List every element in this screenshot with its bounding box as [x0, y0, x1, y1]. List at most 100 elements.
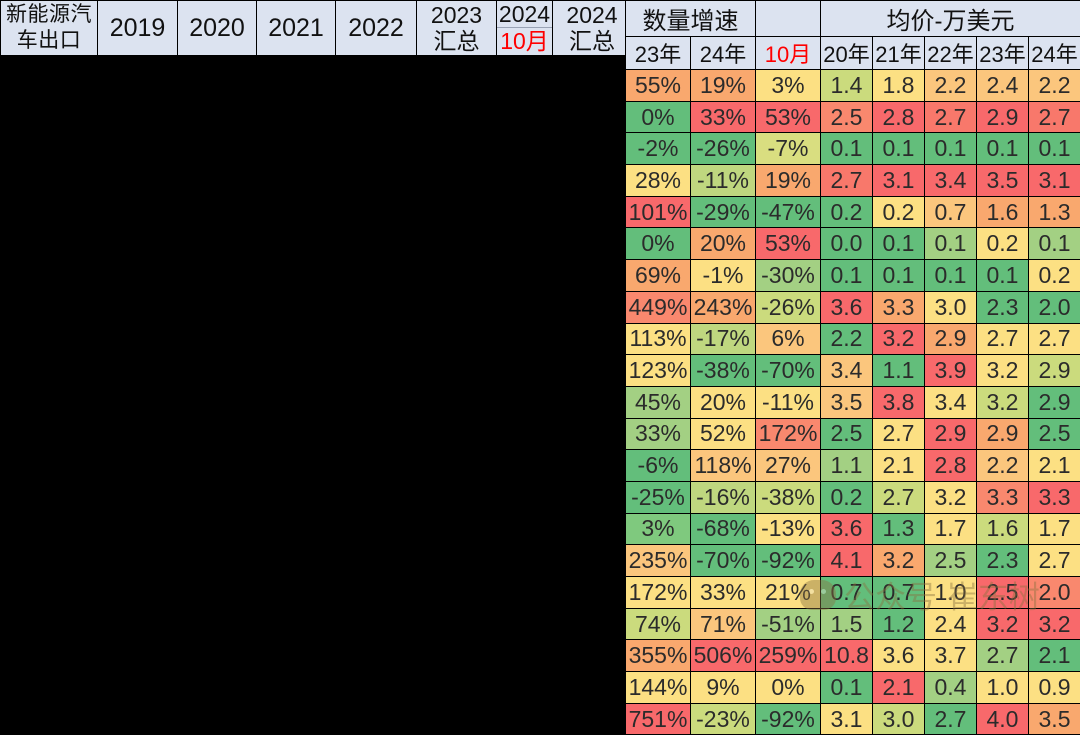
left-header-row: 新能源汽 车出口 2019 2020 2021 2022 2023 汇总	[1, 1, 632, 56]
data-cell: 2.9	[977, 418, 1029, 450]
data-cell: 27%	[756, 450, 821, 482]
data-cell: 1.7	[925, 513, 977, 545]
data-cell: 1.7	[1029, 513, 1080, 545]
col-header-2023-year: 2023	[417, 2, 496, 28]
data-cell: -11%	[691, 165, 756, 197]
data-cell: 259%	[756, 640, 821, 672]
data-cell: 2.1	[1029, 450, 1080, 482]
table-row: -2%-26%-7%0.10.10.10.10.1	[626, 133, 1080, 165]
col-header-2024b-year: 2024	[553, 2, 631, 28]
data-cell: 19%	[691, 70, 756, 102]
data-cell: 2.9	[977, 101, 1029, 133]
data-cell: 2.1	[1029, 640, 1080, 672]
data-cell: 0.1	[925, 133, 977, 165]
sub-header-23y-growth[interactable]: 23年	[626, 37, 691, 70]
sub-header-oct-growth[interactable]: 10月	[756, 37, 821, 70]
data-cell: 2.5	[925, 545, 977, 577]
data-cell: 3.5	[977, 165, 1029, 197]
data-cell: 0.1	[873, 260, 925, 292]
table-row: 123%-38%-70%3.41.13.93.22.9	[626, 355, 1080, 387]
data-cell: 0.2	[873, 196, 925, 228]
col-header-2020[interactable]: 2020	[178, 1, 257, 56]
data-cell: 2.7	[1029, 101, 1080, 133]
data-cell: -7%	[756, 133, 821, 165]
data-cell: 2.7	[873, 418, 925, 450]
data-cell: 3.3	[873, 291, 925, 323]
sub-header-20y-price[interactable]: 20年	[821, 37, 873, 70]
col-header-2021[interactable]: 2021	[257, 1, 336, 56]
col-header-2022[interactable]: 2022	[336, 1, 417, 56]
data-cell: 2.7	[925, 101, 977, 133]
data-cell: 1.3	[1029, 196, 1080, 228]
sub-header-24y-growth[interactable]: 24年	[691, 37, 756, 70]
metrics-table: 数量增速 均价-万美元 23年 24年 10月 20年 21年 22年 23年 …	[625, 0, 1080, 735]
data-cell: 0.1	[1029, 133, 1080, 165]
data-cell: 101%	[626, 196, 691, 228]
data-cell: -92%	[756, 703, 821, 735]
data-cell: 3.2	[873, 545, 925, 577]
col-header-2024-year: 2024	[497, 1, 552, 28]
group-header-avg-price: 均价-万美元	[821, 1, 1080, 37]
group-header-row: 数量增速 均价-万美元	[626, 1, 1080, 37]
data-cell: 3.6	[821, 291, 873, 323]
data-cell: 3.2	[925, 481, 977, 513]
table-title-line2: 车出口	[1, 28, 97, 54]
data-cell: 28%	[626, 165, 691, 197]
data-cell: 118%	[691, 450, 756, 482]
data-cell: 2.2	[977, 450, 1029, 482]
data-cell: -13%	[756, 513, 821, 545]
data-cell: -1%	[691, 260, 756, 292]
col-header-2019[interactable]: 2019	[98, 1, 178, 56]
data-cell: 2.7	[1029, 545, 1080, 577]
left-header-table: 新能源汽 车出口 2019 2020 2021 2022 2023 汇总	[0, 0, 632, 56]
col-header-2020-label: 2020	[178, 15, 256, 41]
data-cell: -6%	[626, 450, 691, 482]
data-cell: 4.0	[977, 703, 1029, 735]
col-header-2023-total-label: 汇总	[417, 28, 496, 54]
data-cell: 0%	[626, 228, 691, 260]
data-cell: 144%	[626, 672, 691, 704]
data-cell: 0.0	[821, 228, 873, 260]
data-cell: 2.0	[1029, 577, 1080, 609]
table-row: 235%-70%-92%4.13.22.52.32.7	[626, 545, 1080, 577]
sub-header-24y-price[interactable]: 24年	[1029, 37, 1080, 70]
sub-header-23y-price[interactable]: 23年	[977, 37, 1029, 70]
table-row: 45%20%-11%3.53.83.43.22.9	[626, 386, 1080, 418]
data-cell: 74%	[626, 608, 691, 640]
data-cell: 0.2	[977, 228, 1029, 260]
data-cell: 52%	[691, 418, 756, 450]
sub-header-21y-price[interactable]: 21年	[873, 37, 925, 70]
data-cell: 3.5	[821, 386, 873, 418]
data-cell: 33%	[691, 101, 756, 133]
data-cell: 10.8	[821, 640, 873, 672]
data-cell: 69%	[626, 260, 691, 292]
data-cell: 2.7	[925, 703, 977, 735]
table-row: 28%-11%19%2.73.13.43.53.1	[626, 165, 1080, 197]
data-cell: -17%	[691, 323, 756, 355]
table-row: 33%52%172%2.52.72.92.92.5	[626, 418, 1080, 450]
table-row: 74%71%-51%1.51.22.43.23.2	[626, 608, 1080, 640]
data-cell: 3.4	[925, 386, 977, 418]
data-cell: 2.9	[925, 418, 977, 450]
data-cell: 2.0	[1029, 291, 1080, 323]
data-cell: 6%	[756, 323, 821, 355]
col-header-2023-total[interactable]: 2023 汇总	[417, 1, 497, 56]
col-header-2024-total[interactable]: 2024 汇总	[553, 1, 632, 56]
sub-header-22y-price[interactable]: 22年	[925, 37, 977, 70]
data-cell: 21%	[756, 577, 821, 609]
data-cell: -38%	[756, 481, 821, 513]
data-cell: -47%	[756, 196, 821, 228]
table-row: 0%33%53%2.52.82.72.92.7	[626, 101, 1080, 133]
data-cell: 55%	[626, 70, 691, 102]
table-row: 69%-1%-30%0.10.10.10.10.2	[626, 260, 1080, 292]
data-cell: 3.1	[821, 703, 873, 735]
data-cell: 0.1	[925, 260, 977, 292]
data-cell: 0.1	[821, 260, 873, 292]
data-cell: 53%	[756, 228, 821, 260]
col-header-2024-oct[interactable]: 2024 10月	[497, 1, 553, 56]
data-cell: 3.3	[977, 481, 1029, 513]
col-header-2024-total-label: 汇总	[553, 28, 631, 54]
data-cell: 53%	[756, 101, 821, 133]
table-row: 113%-17%6%2.23.22.92.72.7	[626, 323, 1080, 355]
data-cell: 3.2	[977, 355, 1029, 387]
